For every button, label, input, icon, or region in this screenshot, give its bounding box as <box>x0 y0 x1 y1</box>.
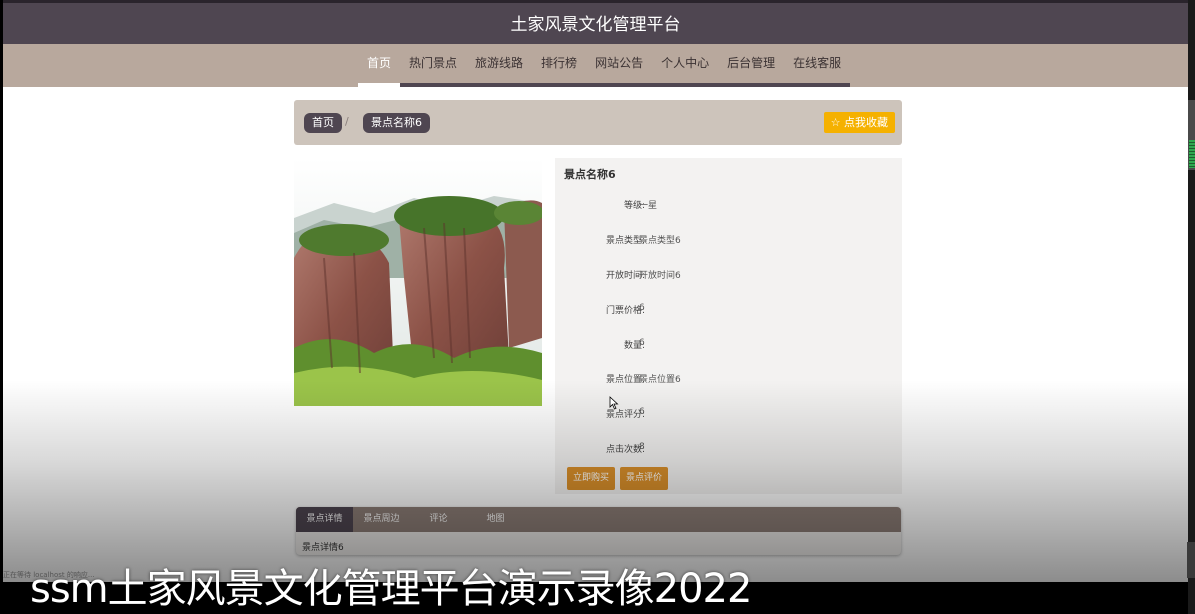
tab-surroundings[interactable]: 景点周边 <box>353 507 410 532</box>
scrollbar-thumb-bottom[interactable] <box>1187 542 1195 578</box>
nav-item-home[interactable]: 首页 <box>358 44 401 87</box>
video-caption: ssm土家风景文化管理平台演示录像2022 <box>30 566 752 612</box>
field-row: 门票价格: 6 <box>555 303 902 319</box>
field-value: 开放时间6 <box>639 271 681 281</box>
field-value: 8 <box>639 442 645 452</box>
review-button[interactable]: 景点评价 <box>620 467 669 490</box>
nav-item-notice[interactable]: 网站公告 <box>586 44 653 87</box>
mouse-cursor-icon <box>609 396 619 410</box>
tab-comments[interactable]: 评论 <box>410 507 467 532</box>
field-row: 数量: 6 <box>555 338 902 354</box>
field-value: 6 <box>639 407 645 417</box>
detail-tabs: 景点详情 景点周边 评论 地图 景点详情6 <box>296 507 901 555</box>
field-row: 景点评分: 6 <box>555 407 902 423</box>
nav-label: 后台管理 <box>727 56 776 70</box>
tab-content: 景点详情6 <box>302 543 344 553</box>
nav-item-ranking[interactable]: 排行榜 <box>532 44 587 87</box>
field-row: 点击次数: 8 <box>555 442 902 458</box>
nav-item-service[interactable]: 在线客服 <box>784 44 851 87</box>
field-value: 景点位置6 <box>639 375 681 385</box>
breadcrumb: 首页 / 景点名称6 ☆ 点我收藏 <box>294 100 902 145</box>
nav-label: 个人中心 <box>661 56 710 70</box>
field-row: 开放时间: 开放时间6 <box>555 268 902 284</box>
nav-label: 热门景点 <box>409 56 458 70</box>
browser-viewport: 土家风景文化管理平台 首页 热门景点 旅游线路 排行榜 网站公告 个人中心 后台… <box>3 0 1188 582</box>
field-row: 等级: 一星 <box>555 198 902 214</box>
buy-button[interactable]: 立即购买 <box>567 467 616 490</box>
field-row: 景点位置: 景点位置6 <box>555 372 902 388</box>
detail-info-panel: 景点名称6 等级: 一星 景点类型: 景点类型6 开放时间: 开放时间6 门票价格: 6… <box>555 158 902 494</box>
scrollbar-track[interactable] <box>1188 0 1195 614</box>
breadcrumb-home[interactable]: 首页 <box>304 113 342 133</box>
nav-item-admin[interactable]: 后台管理 <box>718 44 785 87</box>
detail-container: 首页 / 景点名称6 ☆ 点我收藏 景点名称6 等级: 一星 景点类型: 景点类… <box>294 100 902 555</box>
scenic-photo <box>294 158 542 406</box>
field-value: 6 <box>639 338 645 348</box>
nav-label: 首页 <box>367 56 392 70</box>
main-nav: 首页 热门景点 旅游线路 排行榜 网站公告 个人中心 后台管理 在线客服 <box>3 44 1188 87</box>
scenic-name: 景点名称6 <box>564 168 616 181</box>
nav-item-routes[interactable]: 旅游线路 <box>466 44 533 87</box>
breadcrumb-separator: / <box>345 115 349 128</box>
nav-label: 在线客服 <box>793 56 842 70</box>
field-value: 景点类型6 <box>639 236 681 246</box>
nav-label: 网站公告 <box>595 56 644 70</box>
nav-item-hot-spots[interactable]: 热门景点 <box>400 44 467 87</box>
breadcrumb-current: 景点名称6 <box>363 113 430 133</box>
nav-label: 旅游线路 <box>475 56 524 70</box>
site-title: 土家风景文化管理平台 <box>510 15 681 35</box>
favorite-button[interactable]: ☆ 点我收藏 <box>823 112 895 133</box>
scrollbar-marker <box>1189 140 1195 168</box>
field-value: 一星 <box>639 201 658 211</box>
field-row: 景点类型: 景点类型6 <box>555 233 902 249</box>
field-value: 6 <box>639 303 645 313</box>
nav-label: 排行榜 <box>541 56 578 70</box>
nav-item-profile[interactable]: 个人中心 <box>652 44 719 87</box>
tab-details[interactable]: 景点详情 <box>296 507 353 532</box>
tab-map[interactable]: 地图 <box>467 507 524 532</box>
site-header: 土家风景文化管理平台 <box>3 0 1188 44</box>
